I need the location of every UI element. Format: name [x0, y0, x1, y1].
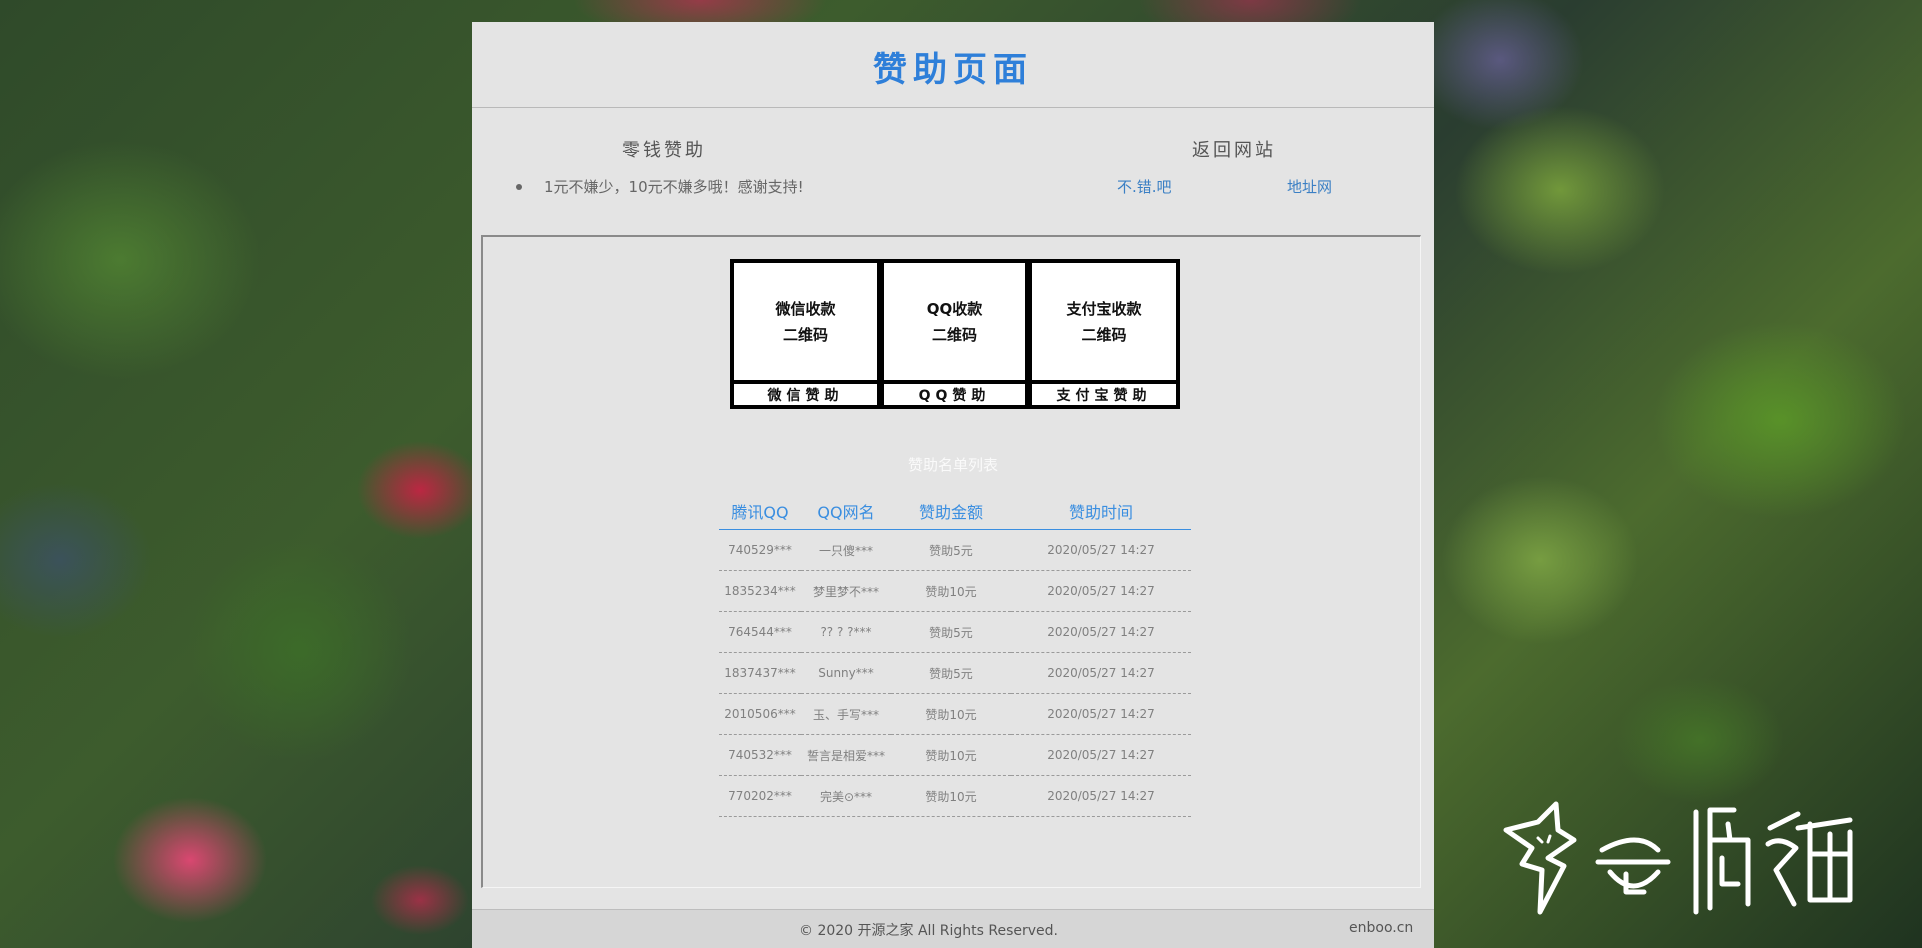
cell-qq: 2010506***: [719, 693, 801, 735]
info-row: 零钱赞助 1元不嫌少，10元不嫌多哦！感谢支持! 返回网站 不.错.吧 地址网: [472, 108, 1434, 233]
cell-time: 2020/05/27 14:27: [1011, 652, 1191, 694]
cell-time: 2020/05/27 14:27: [1011, 611, 1191, 653]
alipay-sponsor-label: 支付宝赞助: [1056, 387, 1152, 404]
qq-qr-code: QQ收款 二维码: [884, 263, 1025, 384]
cell-nickname: 玉、手写***: [801, 693, 891, 735]
cell-time: 2020/05/27 14:27: [1011, 529, 1191, 571]
page-header: 赞助页面: [472, 22, 1434, 108]
sponsor-list-title: 赞助名单列表: [907, 456, 998, 474]
table-row: 764544*** ?? ? ?*** 赞助5元 2020/05/27 14:2…: [719, 611, 1191, 653]
cell-amount: 赞助10元: [891, 570, 1011, 612]
qq-sponsor-label: QQ赞助: [918, 387, 991, 404]
table-header-row: 腾讯QQ QQ网名 赞助金额 赞助时间: [719, 493, 1191, 530]
content-box: 微信收款 二维码 微信赞助 QQ收款 二维码 QQ赞助 支付宝收款 二维码 支付宝赞助…: [481, 235, 1421, 888]
cell-amount: 赞助5元: [891, 652, 1011, 694]
table-row: 2010506*** 玉、手写*** 赞助10元 2020/05/27 14:2…: [719, 693, 1191, 735]
cell-amount: 赞助10元: [891, 693, 1011, 735]
column-amount: 赞助金额: [891, 493, 1011, 530]
copyright-text: © 2020 开源之家 All Rights Reserved.: [799, 923, 1059, 939]
sponsor-table: 腾讯QQ QQ网名 赞助金额 赞助时间 740529*** 一只傻*** 赞助5…: [719, 493, 1191, 817]
cell-qq: 1835234***: [719, 570, 801, 612]
cell-time: 2020/05/27 14:27: [1011, 693, 1191, 735]
return-heading: 返回网站: [1192, 140, 1276, 161]
cell-nickname: 一只傻***: [801, 529, 891, 571]
cell-amount: 赞助5元: [891, 529, 1011, 571]
cell-nickname: 完美⊙***: [801, 775, 891, 817]
table-row: 740532*** 誓言是相爱*** 赞助10元 2020/05/27 14:2…: [719, 734, 1191, 776]
cell-nickname: 梦里梦不***: [801, 570, 891, 612]
cell-time: 2020/05/27 14:27: [1011, 570, 1191, 612]
sponsor-heading: 零钱赞助: [622, 140, 706, 161]
alipay-qr-card: 支付宝收款 二维码 支付宝赞助: [1032, 263, 1176, 405]
table-row: 740529*** 一只傻*** 赞助5元 2020/05/27 14:27: [719, 529, 1191, 571]
cell-time: 2020/05/27 14:27: [1011, 734, 1191, 776]
cell-qq: 740529***: [719, 529, 801, 571]
qr-code-strip: 微信收款 二维码 微信赞助 QQ收款 二维码 QQ赞助 支付宝收款 二维码 支付宝赞助: [730, 259, 1180, 409]
cell-qq: 740532***: [719, 734, 801, 776]
column-time: 赞助时间: [1011, 493, 1191, 530]
table-row: 770202*** 完美⊙*** 赞助10元 2020/05/27 14:27: [719, 775, 1191, 817]
column-qq: 腾讯QQ: [719, 493, 801, 530]
page-title: 赞助页面: [873, 50, 1033, 90]
cell-qq: 1837437***: [719, 652, 801, 694]
cell-amount: 赞助10元: [891, 734, 1011, 776]
cell-amount: 赞助10元: [891, 775, 1011, 817]
cell-nickname: Sunny***: [801, 652, 891, 694]
wechat-sponsor-label: 微信赞助: [767, 387, 844, 404]
cell-time: 2020/05/27 14:27: [1011, 775, 1191, 817]
cell-nickname: 誓言是相爱***: [801, 734, 891, 776]
cell-nickname: ?? ? ?***: [801, 611, 891, 653]
sponsor-note-list: 1元不嫌少，10元不嫌多哦！感谢支持!: [512, 176, 804, 197]
table-row: 1837437*** Sunny*** 赞助5元 2020/05/27 14:2…: [719, 652, 1191, 694]
page-footer: © 2020 开源之家 All Rights Reserved. enboo.c…: [472, 909, 1434, 948]
wechat-qr-code: 微信收款 二维码: [734, 263, 877, 384]
wechat-qr-card: 微信收款 二维码 微信赞助: [734, 263, 877, 405]
alipay-qr-code: 支付宝收款 二维码: [1032, 263, 1176, 384]
link-bucuoba[interactable]: 不.错.吧: [1117, 176, 1172, 197]
cell-qq: 770202***: [719, 775, 801, 817]
watermark-logo: [1503, 801, 1853, 915]
link-dizhiwang[interactable]: 地址网: [1287, 176, 1332, 197]
sponsor-note: 1元不嫌少，10元不嫌多哦！感谢支持!: [512, 176, 804, 197]
sponsor-panel: 赞助页面 零钱赞助 1元不嫌少，10元不嫌多哦！感谢支持! 返回网站 不.错.吧…: [472, 22, 1434, 948]
table-row: 1835234*** 梦里梦不*** 赞助10元 2020/05/27 14:2…: [719, 570, 1191, 612]
site-domain: enboo.cn: [1349, 920, 1414, 936]
column-nickname: QQ网名: [801, 493, 891, 530]
qq-qr-card: QQ收款 二维码 QQ赞助: [884, 263, 1025, 405]
cell-qq: 764544***: [719, 611, 801, 653]
cell-amount: 赞助5元: [891, 611, 1011, 653]
